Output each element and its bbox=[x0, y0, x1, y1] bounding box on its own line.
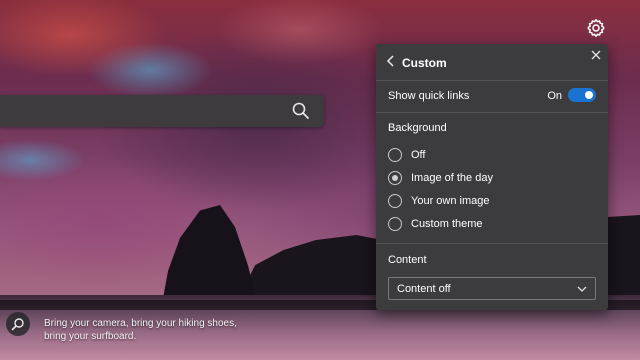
divider bbox=[376, 112, 608, 113]
radio-label: Off bbox=[411, 149, 426, 161]
panel-header: Custom bbox=[376, 44, 608, 80]
back-arrow-icon[interactable] bbox=[384, 54, 398, 68]
content-dropdown[interactable]: Content off bbox=[388, 277, 596, 300]
radio-label: Image of the day bbox=[411, 172, 493, 184]
content-section-label: Content bbox=[388, 254, 427, 266]
customize-panel: Custom Show quick links On Background Of… bbox=[376, 44, 608, 310]
gear-icon[interactable] bbox=[586, 18, 606, 38]
close-icon[interactable] bbox=[590, 49, 602, 61]
quick-links-label: Show quick links bbox=[388, 90, 470, 102]
quick-links-row: Show quick links On bbox=[388, 88, 596, 104]
radio-label: Your own image bbox=[411, 195, 490, 207]
divider bbox=[376, 243, 608, 244]
radio-label: Custom theme bbox=[411, 218, 483, 230]
image-caption: Bring your camera, bring your hiking sho… bbox=[44, 318, 237, 342]
background-section-label: Background bbox=[388, 122, 447, 134]
radio-button[interactable] bbox=[388, 217, 402, 231]
image-info-icon[interactable] bbox=[6, 312, 30, 336]
search-icon[interactable] bbox=[292, 102, 310, 120]
toggle-knob bbox=[585, 91, 593, 99]
panel-title: Custom bbox=[402, 56, 447, 70]
quick-links-toggle[interactable] bbox=[568, 88, 596, 102]
chevron-down-icon bbox=[577, 284, 587, 294]
quick-links-state: On bbox=[547, 90, 562, 102]
radio-button[interactable] bbox=[388, 194, 402, 208]
radio-button[interactable] bbox=[388, 148, 402, 162]
divider bbox=[376, 80, 608, 81]
search-bar[interactable] bbox=[0, 95, 324, 127]
content-dropdown-value: Content off bbox=[397, 283, 451, 295]
radio-button-checked[interactable] bbox=[388, 171, 402, 185]
